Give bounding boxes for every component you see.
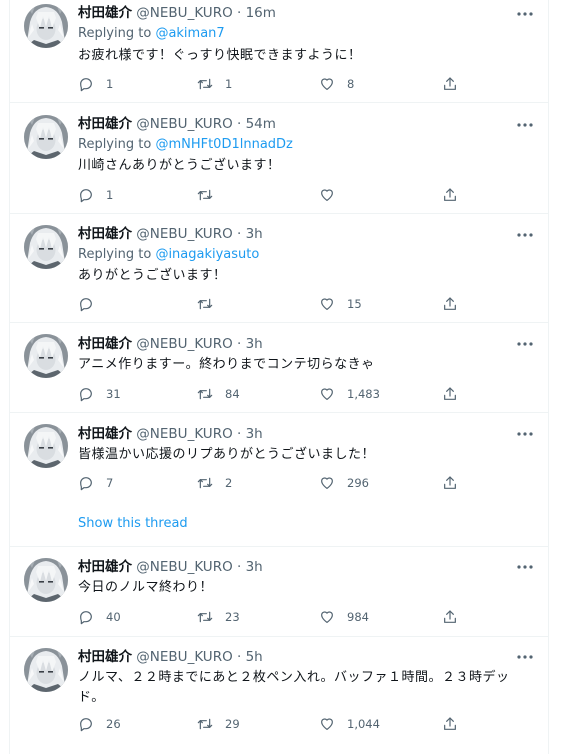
author-name[interactable]: 村田雄介 bbox=[78, 116, 132, 132]
reply-mention[interactable]: @akiman7 bbox=[155, 26, 224, 41]
reply-mention[interactable]: @mNHFt0D1lnnadDz bbox=[155, 137, 292, 152]
timestamp[interactable]: · 3h bbox=[237, 336, 263, 352]
avatar[interactable] bbox=[24, 225, 68, 269]
author-name[interactable]: 村田雄介 bbox=[78, 559, 132, 575]
more-icon[interactable] bbox=[515, 115, 535, 135]
timestamp[interactable]: · 5h bbox=[237, 649, 263, 665]
replying-label: Replying to bbox=[78, 26, 152, 41]
more-icon[interactable] bbox=[515, 557, 535, 577]
tweet-text-line: ノルマ、２２時までにあと２枚ペン入れ。バッファ１時間。２３時デッ bbox=[78, 670, 510, 685]
timestamp[interactable]: · 3h bbox=[237, 559, 263, 575]
author-handle[interactable]: @NEBU_KURO bbox=[136, 336, 232, 352]
more-icon[interactable] bbox=[515, 225, 535, 245]
tweet[interactable]: 村田雄介 @NEBU_KURO · 54m Replying to @mNHFt… bbox=[10, 103, 548, 213]
tweet-text: お疲れ様です！ぐっすり快眠できますように！ bbox=[78, 48, 362, 63]
tweet-text: 今日のノルマ終わり！ bbox=[78, 580, 214, 595]
author-name[interactable]: 村田雄介 bbox=[78, 226, 132, 242]
author-handle[interactable]: @NEBU_KURO bbox=[136, 5, 232, 21]
replying-label: Replying to bbox=[78, 247, 152, 262]
replying-label: Replying to bbox=[78, 137, 152, 152]
author-name[interactable]: 村田雄介 bbox=[78, 336, 132, 352]
tweet-text: ノルマ、２２時までにあと２枚ペン入れ。バッファ１時間。２３時デッ ド。 bbox=[78, 668, 528, 708]
avatar[interactable] bbox=[24, 334, 68, 378]
timestamp[interactable]: · 3h bbox=[237, 226, 263, 242]
avatar[interactable] bbox=[24, 648, 68, 692]
timeline-feed: 村田雄介 @NEBU_KURO · 16m Replying to @akima… bbox=[9, 0, 549, 754]
author-handle[interactable]: @NEBU_KURO bbox=[136, 116, 232, 132]
timestamp[interactable]: · 3h bbox=[237, 426, 263, 442]
author-name[interactable]: 村田雄介 bbox=[78, 426, 132, 442]
tweet-text: アニメ作りますー。終わりまでコンテ切らなきゃ bbox=[78, 357, 375, 372]
avatar[interactable] bbox=[24, 115, 68, 159]
more-icon[interactable] bbox=[515, 334, 535, 354]
tweet-text-line: ド。 bbox=[78, 690, 105, 705]
author-handle[interactable]: @NEBU_KURO bbox=[136, 649, 232, 665]
author-handle[interactable]: @NEBU_KURO bbox=[136, 226, 232, 242]
tweet-text: 川崎さんありがとうございます！ bbox=[78, 158, 281, 173]
author-name[interactable]: 村田雄介 bbox=[78, 649, 132, 665]
avatar[interactable] bbox=[24, 4, 68, 48]
author-handle[interactable]: @NEBU_KURO bbox=[136, 559, 232, 575]
tweet[interactable]: 村田雄介 @NEBU_KURO · 3h アニメ作りますー。終わりまでコンテ切ら… bbox=[10, 323, 548, 412]
timestamp[interactable]: · 54m bbox=[237, 116, 276, 132]
reply-mention[interactable]: @inagakiyasuto bbox=[155, 247, 259, 262]
tweet[interactable]: 村田雄介 @NEBU_KURO · 3h Replying to @inagak… bbox=[10, 214, 548, 322]
avatar[interactable] bbox=[24, 558, 68, 602]
more-icon[interactable] bbox=[515, 647, 535, 667]
replying-to: Replying to @akiman7 bbox=[78, 24, 225, 44]
tweet-text: ありがとうございます！ bbox=[78, 268, 227, 283]
replying-to: Replying to @mNHFt0D1lnnadDz bbox=[78, 135, 293, 155]
tweet[interactable]: 村田雄介 @NEBU_KURO · 16m Replying to @akima… bbox=[10, 0, 548, 102]
author-name[interactable]: 村田雄介 bbox=[78, 5, 132, 21]
replying-to: Replying to @inagakiyasuto bbox=[78, 245, 259, 265]
avatar[interactable] bbox=[24, 424, 68, 468]
tweet[interactable]: 村田雄介 @NEBU_KURO · 3h 今日のノルマ終わり！ 40 23 98… bbox=[10, 547, 548, 636]
tweet[interactable]: 村田雄介 @NEBU_KURO · 5h ノルマ、２２時までにあと２枚ペン入れ。… bbox=[10, 637, 548, 754]
timestamp[interactable]: · 16m bbox=[237, 5, 276, 21]
tweet-text: 皆様温かい応援のリプありがとうございました！ bbox=[78, 447, 376, 462]
more-icon[interactable] bbox=[515, 4, 535, 24]
more-icon[interactable] bbox=[515, 424, 535, 444]
show-thread-link[interactable]: Show this thread bbox=[78, 514, 188, 534]
author-handle[interactable]: @NEBU_KURO bbox=[136, 426, 232, 442]
